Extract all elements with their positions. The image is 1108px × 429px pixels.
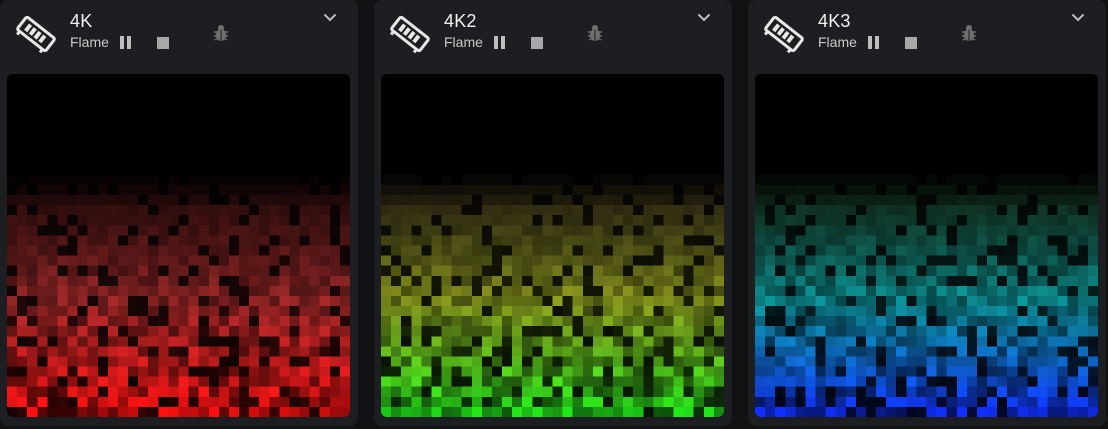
device-card-4k3: 4K3 Flame [748, 0, 1106, 426]
device-name: 4K [70, 11, 93, 31]
flame-canvas [7, 74, 350, 417]
pause-icon [494, 36, 498, 49]
pause-button[interactable] [493, 36, 507, 50]
pause-button[interactable] [867, 36, 881, 50]
ram-stick-icon [390, 15, 430, 54]
pause-button[interactable] [119, 36, 133, 50]
effect-name: Flame [444, 34, 483, 50]
chevron-down-icon[interactable] [696, 12, 712, 24]
chevron-down-icon[interactable] [1070, 12, 1086, 24]
ram-stick-icon [16, 15, 56, 54]
flame-canvas [381, 74, 724, 417]
bug-icon[interactable] [211, 23, 231, 43]
effect-preview [755, 74, 1098, 417]
flame-canvas [755, 74, 1098, 417]
effect-name: Flame [70, 34, 109, 50]
pause-icon [120, 36, 124, 49]
device-card-4k2: 4K2 Flame [374, 0, 732, 426]
effect-name: Flame [818, 34, 857, 50]
stop-button[interactable] [905, 37, 917, 49]
stop-button[interactable] [531, 37, 543, 49]
device-name: 4K2 [444, 11, 477, 31]
device-name: 4K3 [818, 11, 851, 31]
effect-preview [7, 74, 350, 417]
device-card-4k: 4K Flame [0, 0, 358, 426]
ram-stick-icon [764, 15, 804, 54]
effect-preview [381, 74, 724, 417]
bug-icon[interactable] [959, 23, 979, 43]
pause-icon [868, 36, 872, 49]
stop-button[interactable] [157, 37, 169, 49]
chevron-down-icon[interactable] [322, 12, 338, 24]
bug-icon[interactable] [585, 23, 605, 43]
